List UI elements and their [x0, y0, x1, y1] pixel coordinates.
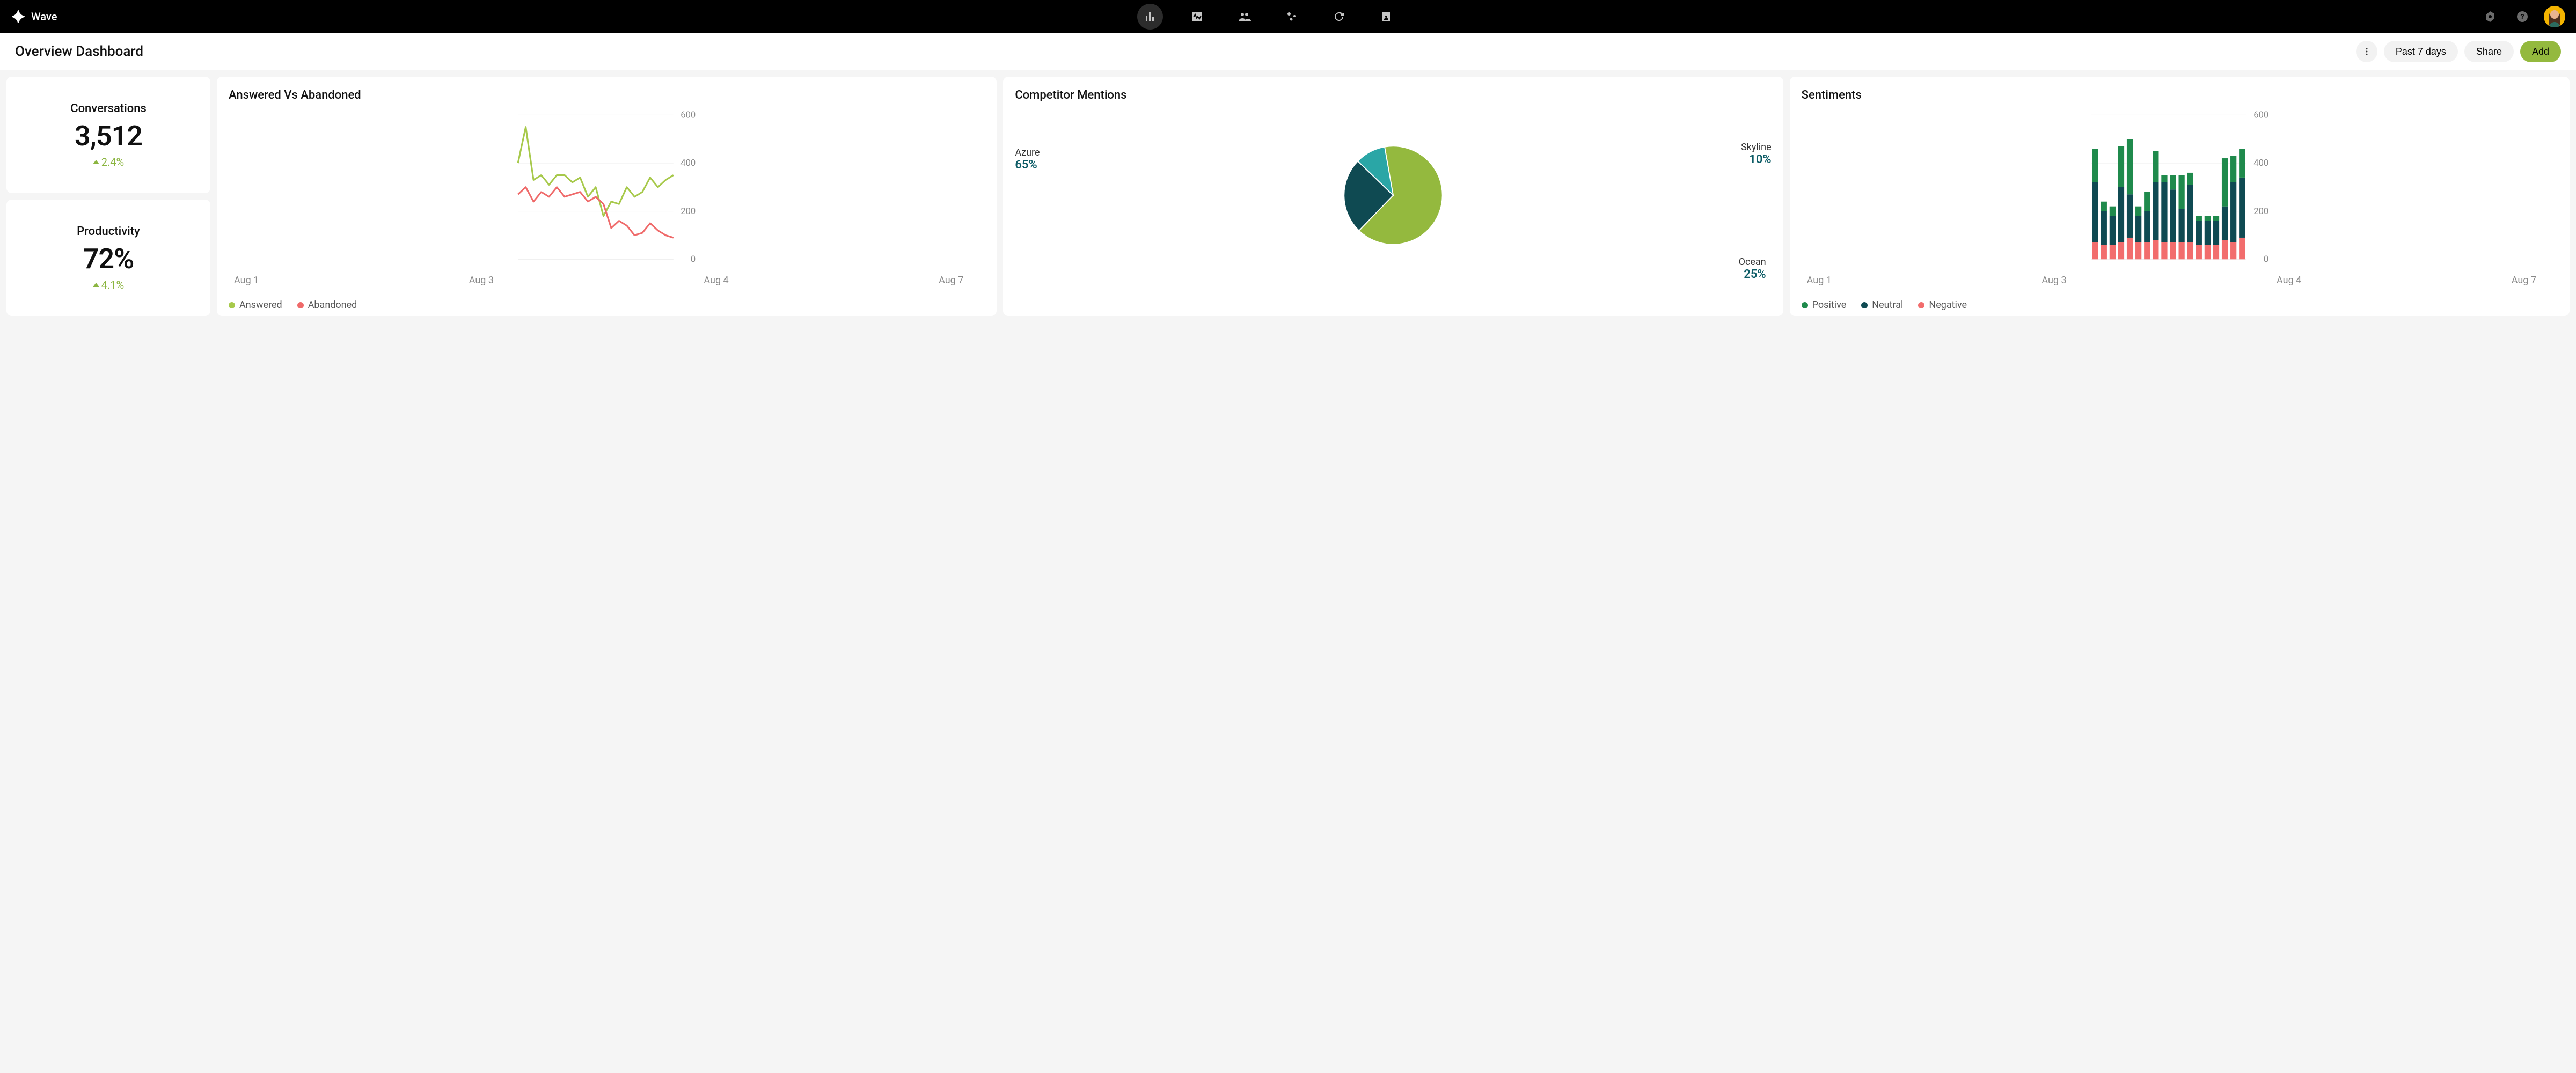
nav-help-icon[interactable]: ?: [2512, 6, 2533, 27]
nav-team-icon[interactable]: [1232, 4, 1257, 30]
legend-item-negative: Negative: [1918, 299, 1967, 311]
answered-abandoned-chart: 0 200 400 600: [229, 109, 985, 270]
card-title: Sentiments: [1802, 89, 2558, 102]
arrow-up-icon: [93, 283, 99, 287]
pie-label-azure: Azure 65%: [1015, 147, 1040, 172]
answered-abandoned-card: Answered Vs Abandoned 0 200 400 600 Aug 1 A…: [217, 77, 997, 316]
svg-text:200: 200: [680, 207, 696, 217]
arrow-up-icon: [93, 160, 99, 164]
avatar[interactable]: [2544, 6, 2565, 27]
brand: Wave: [11, 9, 57, 24]
svg-text:400: 400: [680, 158, 696, 168]
brand-name: Wave: [31, 10, 57, 23]
legend-item-abandoned: Abandoned: [297, 299, 357, 311]
kpi-column: Conversations 3,512 2.4% Productivity 72…: [6, 77, 210, 316]
kpi-productivity-card: Productivity 72% 4.1%: [6, 200, 210, 316]
dashboard-grid: Conversations 3,512 2.4% Productivity 72…: [0, 70, 2576, 322]
kpi-conversations-card: Conversations 3,512 2.4%: [6, 77, 210, 193]
nav-contacts-icon[interactable]: [1373, 4, 1399, 30]
kpi-label: Productivity: [77, 225, 140, 238]
nav-center: [63, 4, 2473, 30]
top-bar: Wave ?: [0, 0, 2576, 33]
share-button[interactable]: Share: [2464, 41, 2514, 62]
nav-analytics-icon[interactable]: [1137, 4, 1163, 30]
legend-swatch: [1861, 302, 1868, 308]
card-title: Competitor Mentions: [1015, 89, 1771, 102]
legend-swatch: [1802, 302, 1808, 308]
x-axis-labels: Aug 1 Aug 3 Aug 4 Aug 7: [1802, 273, 2558, 286]
kpi-label: Conversations: [70, 102, 147, 115]
logo-icon: [11, 9, 26, 24]
dots-vertical-icon: [2362, 47, 2372, 56]
page-title: Overview Dashboard: [15, 43, 2350, 60]
legend-item-neutral: Neutral: [1861, 299, 1903, 311]
legend-item-positive: Positive: [1802, 299, 1847, 311]
pie-label-skyline: Skyline 10%: [1741, 142, 1772, 166]
pie-svg: [1334, 136, 1452, 254]
pie-label-ocean: Ocean 25%: [1739, 256, 1766, 281]
svg-text:200: 200: [2253, 207, 2268, 217]
nav-right: ?: [2479, 6, 2565, 27]
svg-text:?: ?: [2521, 13, 2524, 21]
kpi-value: 3,512: [75, 120, 142, 152]
nav-activity-icon[interactable]: [1184, 4, 1210, 30]
svg-text:0: 0: [691, 254, 696, 264]
legend: Answered Abandoned: [229, 299, 985, 311]
sentiments-card: Sentiments 0 200 400 600 Aug 1 Aug 3 Aug 4 …: [1790, 77, 2570, 316]
kpi-delta: 4.1%: [93, 278, 124, 291]
svg-text:400: 400: [2253, 158, 2268, 168]
kpi-delta: 2.4%: [93, 156, 124, 168]
competitor-pie-chart: Azure 65% Skyline 10% Ocean 25%: [1015, 109, 1771, 292]
card-title: Answered Vs Abandoned: [229, 89, 985, 102]
legend-swatch: [297, 302, 304, 308]
svg-text:600: 600: [680, 111, 696, 121]
nav-refresh-icon[interactable]: [1326, 4, 1352, 30]
legend-swatch: [1918, 302, 1924, 308]
competitor-mentions-card: Competitor Mentions Azure 65% Skyline 10…: [1003, 77, 1783, 316]
legend-item-answered: Answered: [229, 299, 282, 311]
x-axis-labels: Aug 1 Aug 3 Aug 4 Aug 7: [229, 273, 985, 286]
add-button[interactable]: Add: [2520, 41, 2561, 62]
nav-settings-icon[interactable]: [2479, 6, 2501, 27]
svg-text:600: 600: [2253, 111, 2268, 121]
nav-scatter-icon[interactable]: [1279, 4, 1305, 30]
more-menu-button[interactable]: [2356, 41, 2377, 62]
kpi-value: 72%: [83, 242, 134, 275]
legend-swatch: [229, 302, 235, 308]
sub-bar: Overview Dashboard Past 7 days Share Add: [0, 33, 2576, 70]
sentiments-chart: 0 200 400 600: [1802, 109, 2558, 270]
date-range-button[interactable]: Past 7 days: [2384, 41, 2458, 62]
legend: Positive Neutral Negative: [1802, 299, 2558, 311]
svg-text:0: 0: [2264, 254, 2268, 264]
